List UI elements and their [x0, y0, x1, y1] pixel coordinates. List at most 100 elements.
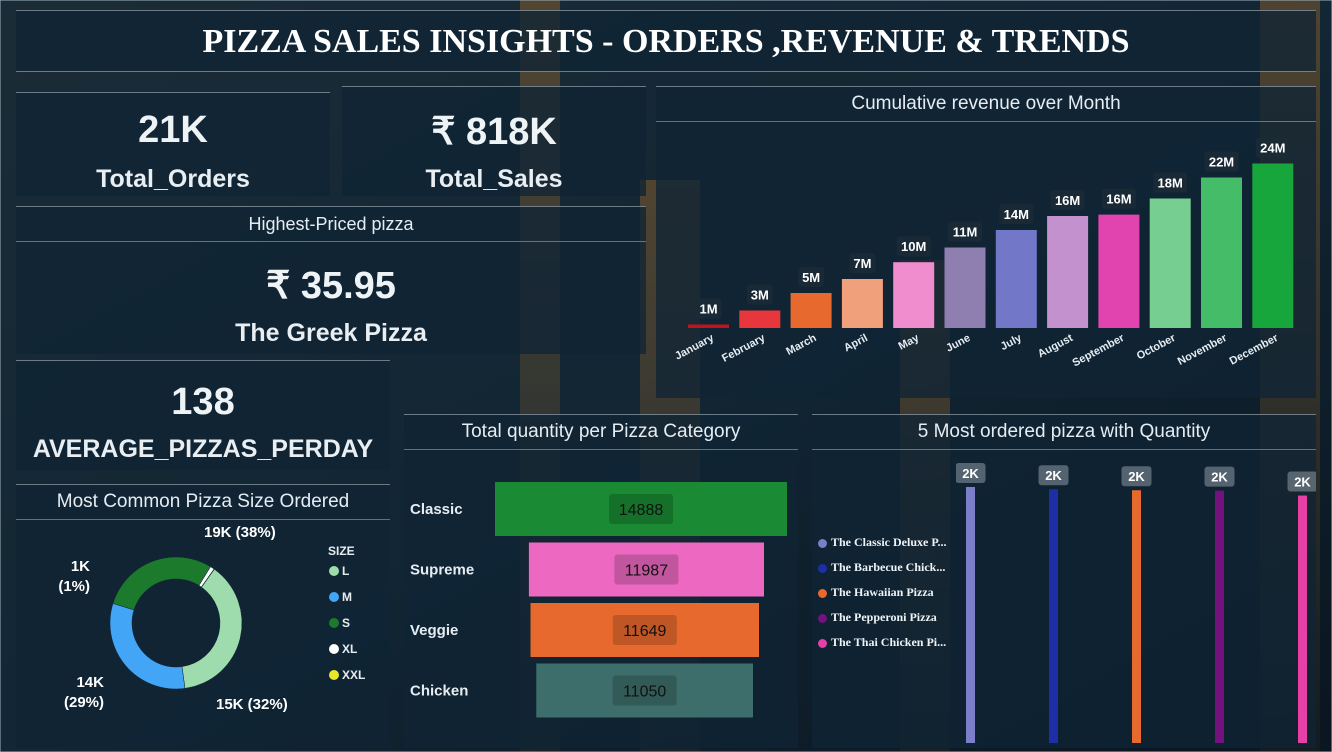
- category-data-label: 11649: [623, 623, 666, 640]
- donut-legend-label: XL: [342, 642, 357, 656]
- legend-marker-icon: [818, 538, 827, 548]
- donut-slice: [109, 603, 186, 690]
- top-pizza-bar-chart: 2K 2K 2K 2K 2K: [956, 463, 1316, 743]
- legend-marker-icon: [818, 613, 827, 623]
- size-donut-title: Most Common Pizza Size Ordered: [16, 485, 390, 520]
- revenue-chart-title: Cumulative revenue over Month: [656, 87, 1316, 122]
- donut-legend-label: M: [342, 590, 352, 604]
- revenue-bar: [841, 279, 883, 328]
- top-pizza-legend-item: The Hawaiian Pizza: [818, 585, 934, 600]
- donut-data-label: 14K: [76, 674, 104, 691]
- revenue-bar: [739, 310, 781, 328]
- revenue-tick-label: November: [1176, 332, 1230, 368]
- top-pizza-data-label: 2K: [962, 466, 979, 481]
- top-pizza-bar: [1215, 490, 1224, 743]
- revenue-bar: [995, 230, 1037, 328]
- category-tick-label: Chicken: [410, 683, 468, 700]
- kpi-sales-value: ₹ 818K: [431, 111, 557, 153]
- revenue-tick-label: December: [1228, 332, 1281, 368]
- top-pizza-bar: [966, 487, 975, 743]
- highest-priced-value: ₹ 35.95: [266, 265, 396, 307]
- revenue-bar: [1098, 214, 1140, 328]
- top-pizza-panel: 5 Most ordered pizza with Quantity The C…: [812, 414, 1316, 748]
- top-pizza-legend-item: The Pepperoni Pizza: [818, 610, 937, 625]
- revenue-data-label: 1M: [699, 302, 717, 317]
- revenue-data-label: 24M: [1260, 141, 1285, 156]
- donut-data-label: 15K (32%): [216, 696, 288, 713]
- top-pizza-legend-label: The Barbecue Chick...: [831, 560, 946, 574]
- category-chart-title: Total quantity per Pizza Category: [404, 415, 798, 450]
- revenue-data-label: 22M: [1209, 155, 1234, 170]
- top-pizza-legend-label: The Hawaiian Pizza: [831, 585, 934, 599]
- revenue-bar: [790, 293, 832, 328]
- donut-data-label: (29%): [64, 694, 104, 711]
- revenue-tick-label: March: [784, 332, 818, 358]
- revenue-data-label: 10M: [901, 239, 926, 254]
- donut-legend-title: SIZE: [328, 544, 355, 558]
- top-pizza-title: 5 Most ordered pizza with Quantity: [812, 415, 1316, 450]
- revenue-data-label: 16M: [1106, 192, 1131, 207]
- donut-slice: [181, 568, 243, 689]
- donut-legend-label: L: [342, 564, 349, 578]
- legend-marker-icon: [818, 638, 827, 648]
- donut-data-label: 19K (38%): [204, 524, 276, 541]
- donut-legend-marker: [329, 618, 339, 628]
- donut-slice: [112, 556, 211, 611]
- revenue-data-label: 14M: [1004, 207, 1029, 222]
- donut-legend-marker: [329, 566, 339, 576]
- donut-legend-label: S: [342, 616, 350, 630]
- top-pizza-bar: [1049, 489, 1058, 743]
- revenue-tick-label: February: [720, 332, 768, 365]
- revenue-bar: [944, 247, 986, 328]
- kpi-total-orders: 21K Total_Orders: [16, 92, 330, 196]
- revenue-tick-label: April: [842, 332, 870, 354]
- top-pizza-legend: The Classic Deluxe P... The Barbecue Chic…: [812, 535, 962, 665]
- category-data-label: 11987: [625, 563, 668, 580]
- revenue-tick-label: January: [673, 332, 717, 363]
- avg-pizzas-value: 138: [171, 381, 235, 423]
- top-pizza-legend-item: The Classic Deluxe P...: [818, 535, 947, 550]
- revenue-chart-panel: Cumulative revenue over Month 1M January 3…: [656, 86, 1316, 398]
- revenue-bar: [688, 324, 729, 328]
- kpi-orders-label: Total_Orders: [96, 165, 250, 193]
- donut-data-label: (1%): [58, 578, 90, 595]
- kpi-orders-value: 21K: [138, 109, 208, 151]
- donut-legend-label: XXL: [342, 668, 365, 682]
- revenue-bar: [1252, 163, 1294, 328]
- donut-legend-marker: [329, 644, 339, 654]
- revenue-bar: [1047, 216, 1089, 328]
- revenue-tick-label: October: [1135, 332, 1179, 363]
- revenue-bar: [1201, 177, 1242, 328]
- revenue-tick-label: September: [1070, 332, 1126, 370]
- highest-priced-name: The Greek Pizza: [235, 319, 427, 347]
- category-tick-label: Supreme: [410, 562, 474, 579]
- top-pizza-data-label: 2K: [1128, 469, 1145, 484]
- size-donut-chart: 19K (38%)15K (32%)14K(29%)1K(1%)SIZELMSX…: [58, 524, 365, 713]
- revenue-bar: [1149, 198, 1191, 328]
- kpi-sales-label: Total_Sales: [425, 165, 563, 193]
- top-pizza-legend-label: The Classic Deluxe P...: [831, 535, 947, 549]
- category-bar-chart: Classic 14888 Supreme 11987 Veggie 11649 Chick…: [410, 482, 787, 718]
- top-pizza-legend-label: The Thai Chicken Pi...: [831, 635, 947, 649]
- header-banner: PIZZA SALES INSIGHTS - ORDERS ,REVENUE &…: [16, 10, 1316, 72]
- revenue-data-label: 7M: [853, 256, 871, 271]
- kpi-total-sales: ₹ 818K Total_Sales: [342, 86, 646, 196]
- revenue-bar: [893, 262, 935, 328]
- top-pizza-legend-label: The Pepperoni Pizza: [831, 610, 937, 624]
- revenue-data-label: 18M: [1158, 176, 1183, 191]
- avg-pizzas-label: AVERAGE_PIZZAS_PERDAY: [32, 435, 374, 463]
- legend-marker-icon: [818, 588, 827, 598]
- size-donut-panel: Most Common Pizza Size Ordered 19K (38%)…: [16, 484, 390, 748]
- category-chart-panel: Total quantity per Pizza Category Classi…: [404, 414, 798, 748]
- donut-legend-marker: [329, 670, 339, 680]
- revenue-tick-label: July: [999, 332, 1025, 353]
- top-pizza-data-label: 2K: [1294, 475, 1311, 490]
- page-title: PIZZA SALES INSIGHTS - ORDERS ,REVENUE &…: [202, 23, 1130, 60]
- top-pizza-legend-item: The Thai Chicken Pi...: [818, 635, 946, 650]
- revenue-tick-label: May: [897, 332, 922, 353]
- category-data-label: 11050: [623, 684, 666, 701]
- revenue-data-label: 11M: [953, 225, 978, 240]
- legend-marker-icon: [818, 563, 827, 573]
- kpi-highest-priced: Highest-Priced pizza ₹ 35.95 The Greek P…: [16, 206, 646, 354]
- top-pizza-legend-item: The Barbecue Chick...: [818, 560, 945, 575]
